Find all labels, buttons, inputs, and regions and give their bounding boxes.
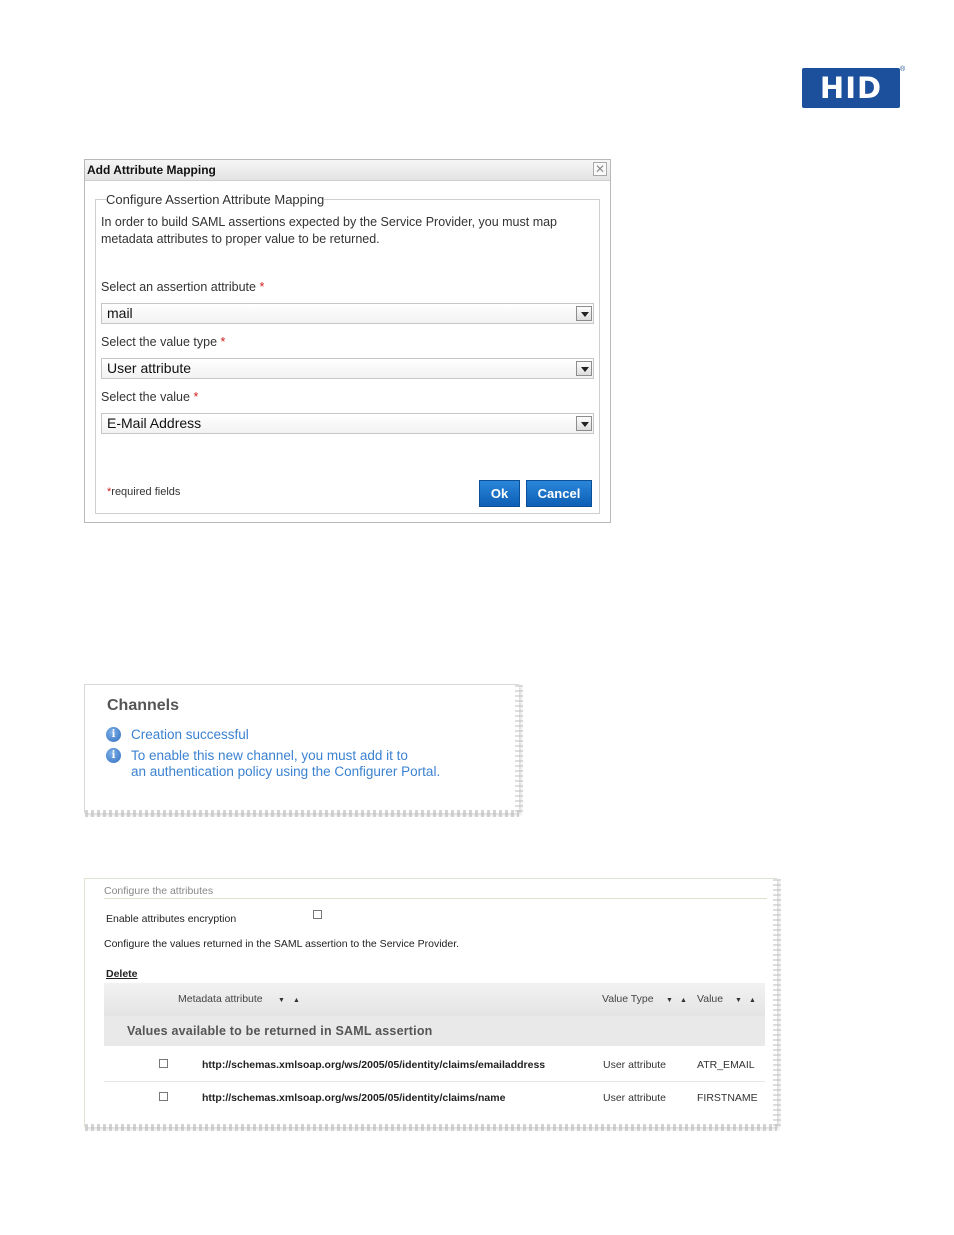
hid-logo: HID <box>802 68 900 108</box>
sort-desc-icon[interactable]: ▼ <box>666 997 673 1004</box>
column-value[interactable]: Value <box>697 993 723 1005</box>
value-type-cell: User attribute <box>603 1059 667 1071</box>
metadata-attribute-cell: http://schemas.xmlsoap.org/ws/2005/05/id… <box>202 1092 506 1104</box>
dropdown-arrow-icon[interactable] <box>576 416 592 431</box>
table-row[interactable]: http://schemas.xmlsoap.org/ws/2005/05/id… <box>104 1083 765 1116</box>
value-type-select[interactable]: User attribute <box>101 358 594 379</box>
fieldset-legend: Configure Assertion Attribute Mapping <box>106 192 325 207</box>
attributes-legend: Configure the attributes <box>104 885 214 897</box>
row-checkbox[interactable] <box>159 1059 168 1068</box>
value-type-value: User attribute <box>107 360 192 376</box>
required-mark: * <box>259 280 265 294</box>
value-select[interactable]: E-Mail Address <box>101 413 594 434</box>
dialog-title: Add Attribute Mapping <box>87 163 216 177</box>
channels-panel: Channels i Creation successful i To enab… <box>84 684 523 817</box>
enable-channel-message-line2: an authentication policy using the Confi… <box>131 764 441 779</box>
grid-header: Metadata attribute ▼ ▲ Value Type ▼ ▲ Va… <box>104 983 765 1016</box>
info-icon: i <box>106 727 121 742</box>
encryption-label: Enable attributes encryption <box>106 913 237 925</box>
value-type-label-text: Select the value type <box>101 335 218 349</box>
dialog-titlebar: Add Attribute Mapping ✕ <box>85 160 610 181</box>
sort-asc-icon[interactable]: ▲ <box>293 997 300 1004</box>
encryption-checkbox[interactable] <box>313 910 322 919</box>
value-cell: FIRSTNAME <box>697 1092 758 1104</box>
torn-edge <box>515 685 523 813</box>
attributes-description: Configure the values returned in the SAM… <box>104 938 460 950</box>
dropdown-arrow-icon[interactable] <box>576 361 592 376</box>
configure-attributes-panel: Configure the attributes Enable attribut… <box>84 878 781 1131</box>
required-mark: * <box>193 390 199 404</box>
dropdown-arrow-icon[interactable] <box>576 306 592 321</box>
row-divider <box>104 1081 765 1082</box>
torn-edge <box>773 879 781 1127</box>
group-row: Values available to be returned in SAML … <box>104 1016 765 1046</box>
enable-channel-message-line1: To enable this new channel, you must add… <box>131 748 408 763</box>
metadata-attribute-cell: http://schemas.xmlsoap.org/ws/2005/05/id… <box>202 1059 546 1071</box>
divider <box>104 898 767 899</box>
registered-mark: ® <box>900 66 906 73</box>
torn-edge <box>85 1124 777 1131</box>
value-type-label: Select the value type * <box>101 335 225 349</box>
intro-text: In order to build SAML assertions expect… <box>101 215 558 246</box>
required-fields-note: *required fields <box>107 486 180 498</box>
channels-title: Channels <box>107 697 180 714</box>
sort-asc-icon[interactable]: ▲ <box>749 997 756 1004</box>
column-value-type[interactable]: Value Type <box>602 993 654 1005</box>
value-cell: ATR_EMAIL <box>697 1059 755 1071</box>
ok-button[interactable]: Ok <box>479 480 520 507</box>
assertion-attribute-label: Select an assertion attribute * <box>101 280 264 294</box>
delete-link[interactable]: Delete <box>106 968 138 980</box>
row-checkbox[interactable] <box>159 1092 168 1101</box>
creation-successful-message: Creation successful <box>131 727 249 742</box>
info-icon: i <box>106 748 121 763</box>
sort-desc-icon[interactable]: ▼ <box>735 997 742 1004</box>
add-attribute-mapping-dialog: Add Attribute Mapping ✕ Configure Assert… <box>84 159 611 523</box>
value-type-cell: User attribute <box>603 1092 667 1104</box>
column-metadata-attribute[interactable]: Metadata attribute <box>178 993 263 1005</box>
value-label-text: Select the value <box>101 390 190 404</box>
assertion-attribute-select[interactable]: mail <box>101 303 594 324</box>
torn-edge <box>85 810 519 817</box>
sort-desc-icon[interactable]: ▼ <box>278 997 285 1004</box>
group-label: Values available to be returned in SAML … <box>127 1024 433 1038</box>
sort-asc-icon[interactable]: ▲ <box>680 997 687 1004</box>
required-fields-text: required fields <box>111 486 181 498</box>
cancel-button[interactable]: Cancel <box>526 480 592 507</box>
value-select-value: E-Mail Address <box>107 415 202 431</box>
required-mark: * <box>220 335 226 349</box>
value-label: Select the value * <box>101 390 198 404</box>
assertion-attribute-value: mail <box>107 305 133 321</box>
table-row[interactable]: http://schemas.xmlsoap.org/ws/2005/05/id… <box>104 1049 765 1082</box>
close-icon[interactable]: ✕ <box>593 162 607 176</box>
assertion-attribute-label-text: Select an assertion attribute <box>101 280 256 294</box>
